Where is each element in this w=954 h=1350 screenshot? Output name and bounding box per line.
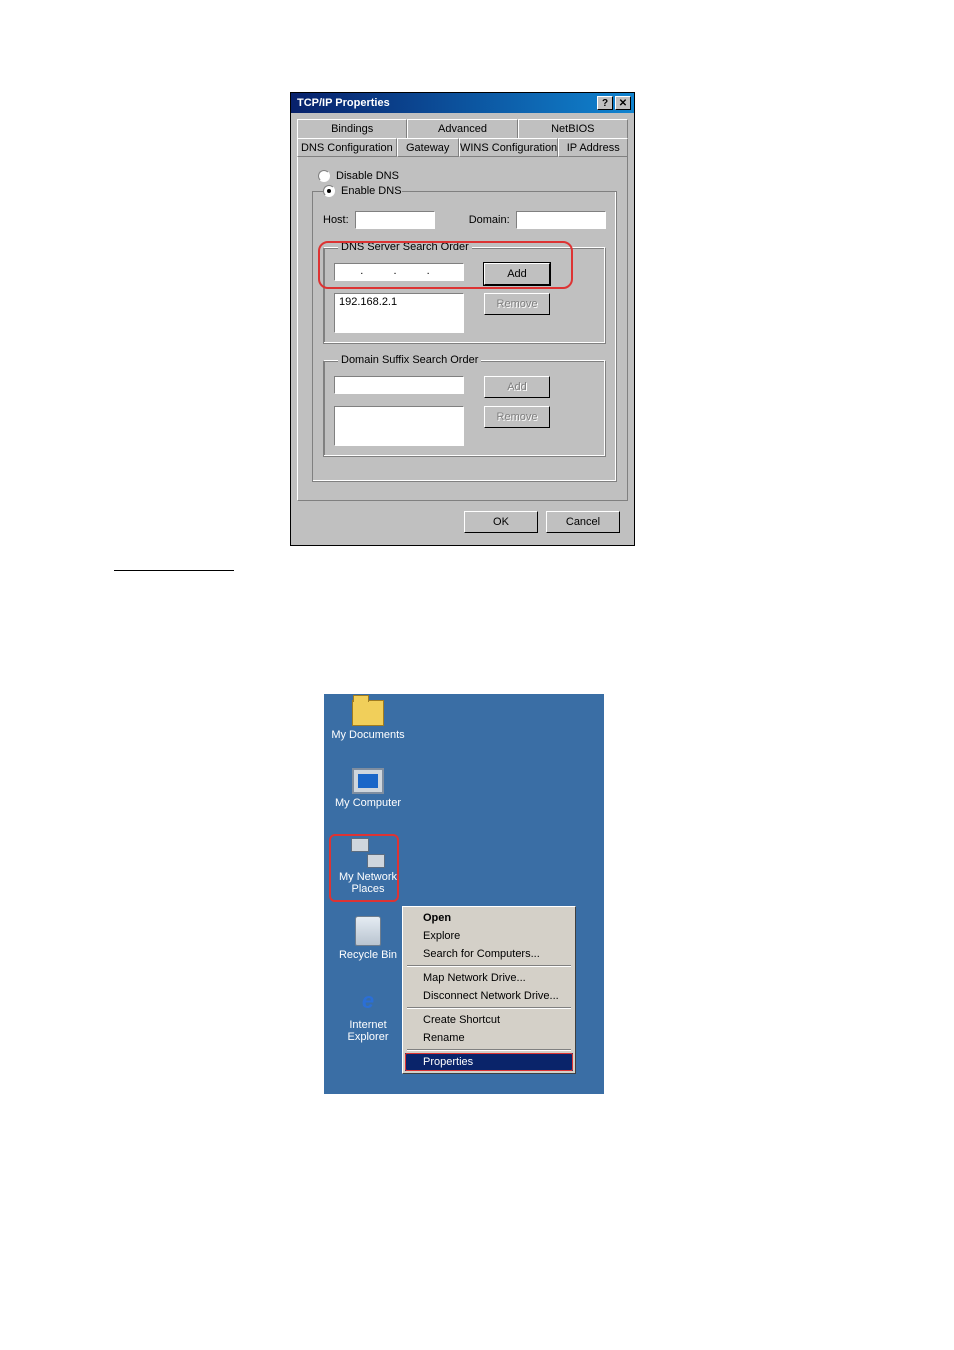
tab-wins-configuration[interactable]: WINS Configuration: [459, 138, 559, 157]
radio-disable-dns[interactable]: Disable DNS: [318, 170, 613, 182]
dns-add-button[interactable]: Add: [484, 263, 550, 285]
suffix-remove-button[interactable]: Remove: [484, 406, 550, 428]
tab-gateway[interactable]: Gateway: [397, 138, 459, 157]
dns-group-legend: DNS Server Search Order: [338, 241, 472, 253]
icon-label: My Documents: [328, 729, 408, 741]
suffix-input[interactable]: [334, 376, 464, 394]
dns-ip-input[interactable]: . . .: [334, 263, 464, 281]
close-button[interactable]: ✕: [615, 96, 631, 110]
dialog-button-row: OK Cancel: [291, 501, 634, 545]
icon-label: Internet Explorer: [328, 1019, 408, 1043]
menu-map-drive[interactable]: Map Network Drive...: [405, 969, 573, 987]
enable-dns-group: Enable DNS Host: Domain: DNS Server Sear…: [312, 185, 617, 482]
icon-label: My Network Places: [328, 871, 408, 895]
domain-suffix-group: Domain Suffix Search Order Add Remove: [323, 354, 606, 457]
radio-icon: [318, 170, 330, 182]
desktop-icon-computer[interactable]: My Computer: [328, 768, 408, 809]
context-menu: Open Explore Search for Computers... Map…: [402, 906, 576, 1074]
radio-enable-label: Enable DNS: [341, 185, 402, 197]
menu-separator: [407, 1049, 571, 1051]
close-icon: ✕: [619, 98, 627, 109]
desktop-icon-documents[interactable]: My Documents: [328, 700, 408, 741]
desktop-icon-recycle[interactable]: Recycle Bin: [328, 916, 408, 961]
tcpip-properties-dialog: TCP/IP Properties ? ✕ Bindings Advanced …: [290, 92, 635, 546]
tab-advanced[interactable]: Advanced: [407, 119, 517, 138]
help-button[interactable]: ?: [597, 96, 613, 110]
document-underline: [114, 570, 234, 571]
desktop-screenshot: My Documents My Computer My Network Plac…: [324, 694, 604, 1094]
dns-list[interactable]: 192.168.2.1: [334, 293, 464, 333]
cancel-button[interactable]: Cancel: [546, 511, 620, 533]
radio-icon: [323, 185, 335, 197]
menu-open[interactable]: Open: [405, 909, 573, 927]
suffix-list[interactable]: [334, 406, 464, 446]
dns-remove-button[interactable]: Remove: [484, 293, 550, 315]
domain-input[interactable]: [516, 211, 606, 229]
titlebar[interactable]: TCP/IP Properties ? ✕: [291, 93, 634, 113]
tab-netbios[interactable]: NetBIOS: [518, 119, 628, 138]
menu-explore[interactable]: Explore: [405, 927, 573, 945]
dns-list-item: 192.168.2.1: [339, 296, 459, 308]
menu-search[interactable]: Search for Computers...: [405, 945, 573, 963]
folder-icon: [352, 700, 384, 726]
tab-ip-address[interactable]: IP Address: [558, 138, 628, 157]
menu-rename[interactable]: Rename: [405, 1029, 573, 1047]
dns-search-order-group: DNS Server Search Order . . . Add 192.16…: [323, 241, 606, 344]
menu-properties[interactable]: Properties: [405, 1053, 573, 1071]
tabstrip: Bindings Advanced NetBIOS DNS Configurat…: [297, 119, 628, 501]
menu-separator: [407, 965, 571, 967]
radio-disable-label: Disable DNS: [336, 170, 399, 182]
menu-separator: [407, 1007, 571, 1009]
tab-body: Disable DNS Enable DNS Host: Domain:: [297, 157, 628, 501]
menu-create-shortcut[interactable]: Create Shortcut: [405, 1011, 573, 1029]
desktop-icon-network[interactable]: My Network Places: [328, 838, 408, 895]
host-input[interactable]: [355, 211, 435, 229]
titlebar-text: TCP/IP Properties: [297, 97, 595, 109]
radio-enable-dns[interactable]: Enable DNS: [323, 185, 402, 197]
icon-label: Recycle Bin: [328, 949, 408, 961]
suffix-add-button[interactable]: Add: [484, 376, 550, 398]
icon-label: My Computer: [328, 797, 408, 809]
ok-button[interactable]: OK: [464, 511, 538, 533]
desktop-icon-ie[interactable]: e Internet Explorer: [328, 986, 408, 1043]
internet-explorer-icon: e: [353, 986, 383, 1016]
host-label: Host:: [323, 214, 349, 226]
monitor-icon: [352, 768, 384, 794]
domain-label: Domain:: [469, 214, 510, 226]
recycle-bin-icon: [355, 916, 381, 946]
menu-disconnect-drive[interactable]: Disconnect Network Drive...: [405, 987, 573, 1005]
network-icon: [351, 838, 385, 868]
tab-bindings[interactable]: Bindings: [297, 119, 407, 138]
tab-dns-configuration[interactable]: DNS Configuration: [297, 138, 397, 157]
suffix-group-legend: Domain Suffix Search Order: [338, 354, 481, 366]
